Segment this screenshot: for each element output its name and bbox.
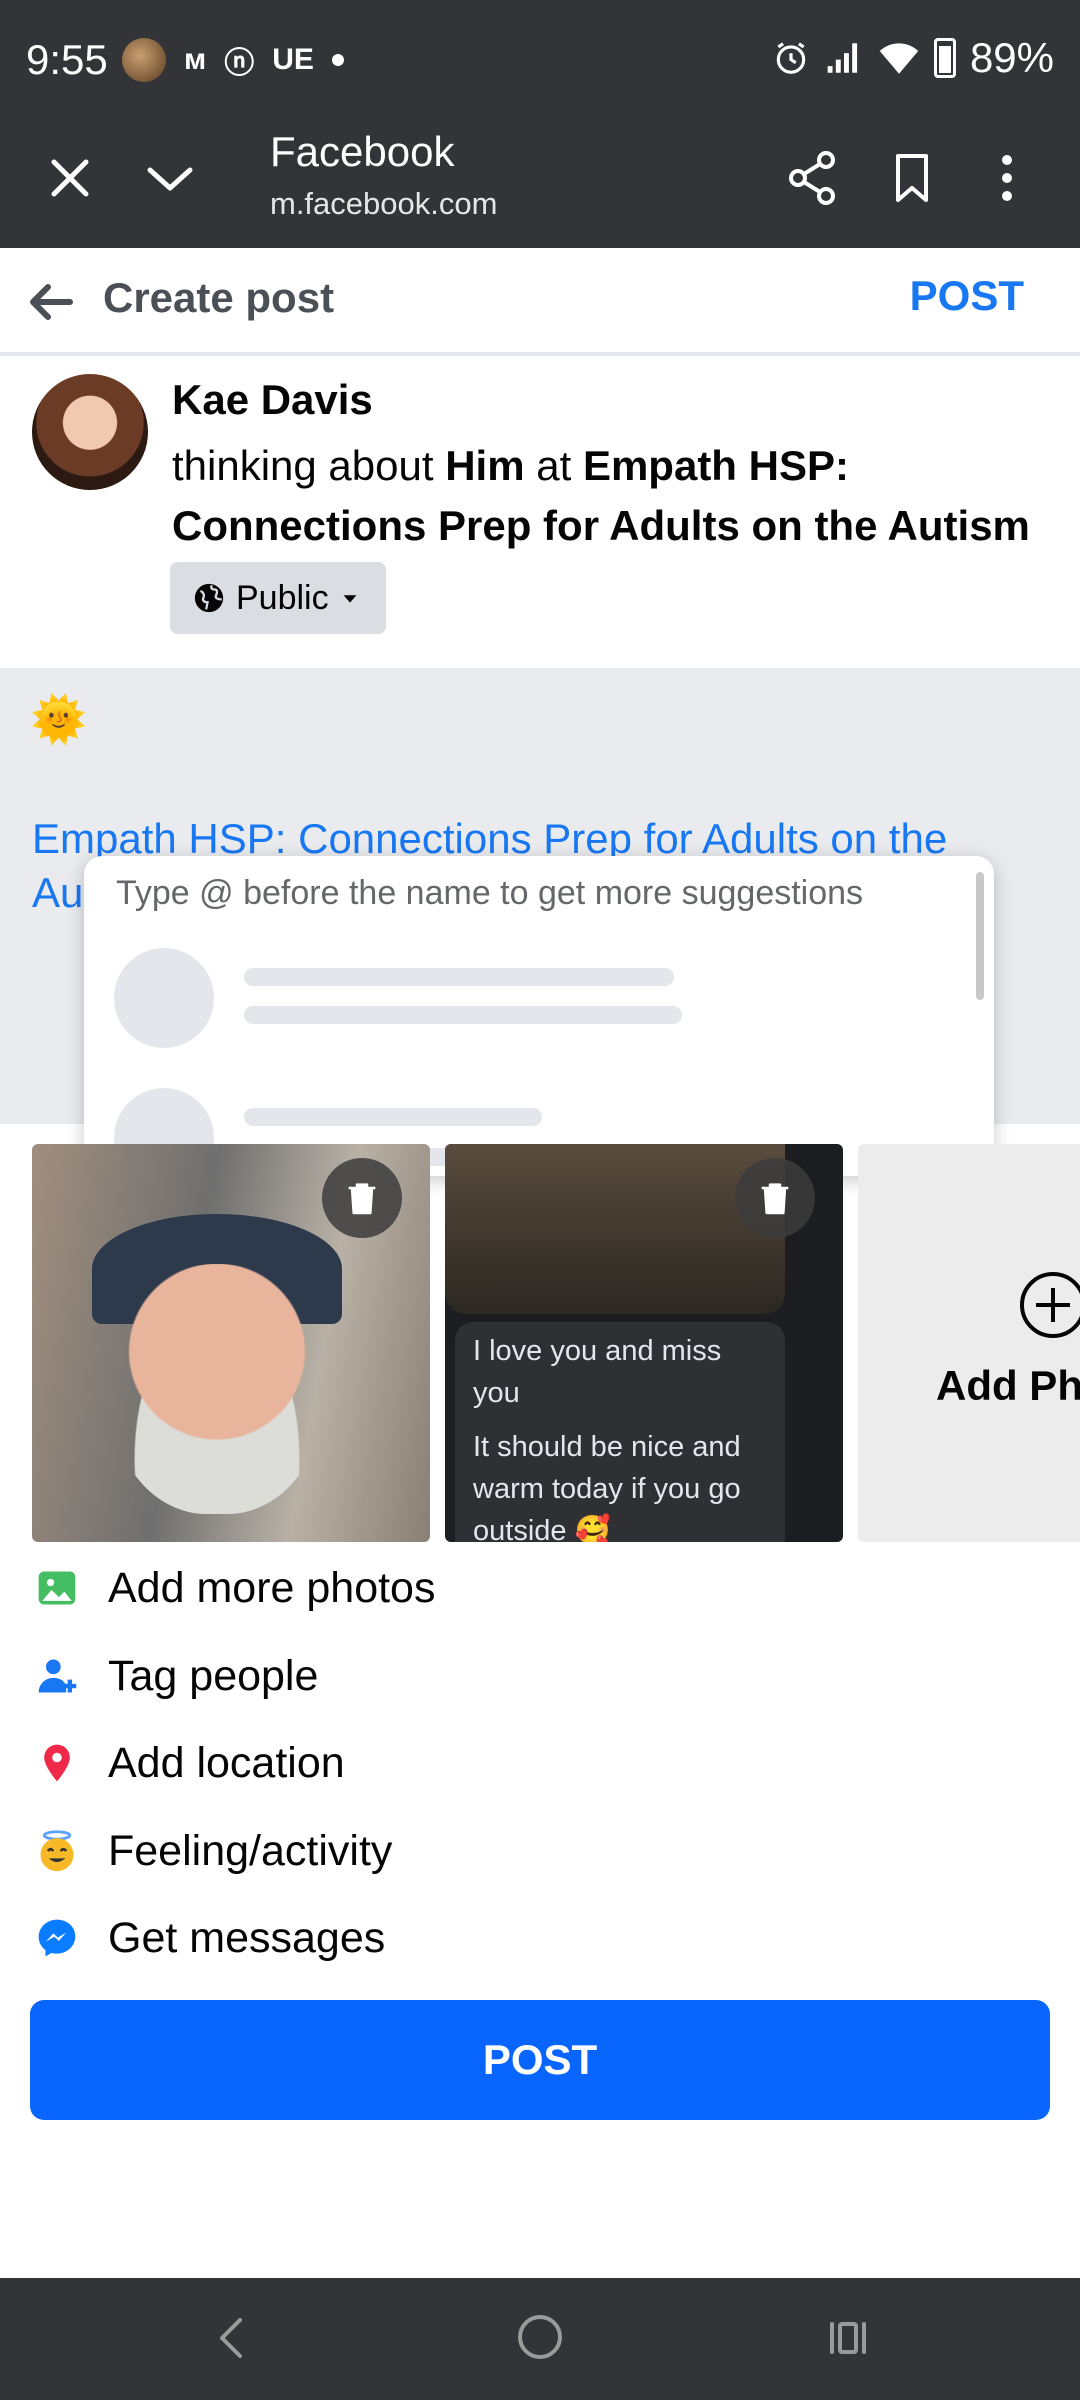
back-arrow-icon[interactable]	[22, 272, 82, 332]
status-mid: at	[524, 442, 583, 489]
battery-percent: 89%	[969, 34, 1054, 81]
author-avatar	[32, 374, 148, 490]
status-time: 9:55	[26, 36, 108, 83]
plus-circle-icon	[1020, 1272, 1080, 1338]
suggestion-avatar-placeholder	[114, 948, 214, 1048]
wifi-icon	[879, 43, 919, 74]
action-label: Feeling/activity	[108, 1826, 393, 1875]
delete-photo-button[interactable]	[735, 1158, 815, 1238]
nav-home-icon[interactable]	[518, 2315, 562, 2359]
delete-photo-button[interactable]	[322, 1158, 402, 1238]
suggestion-line-placeholder	[244, 1006, 682, 1024]
add-photo-label: Add Photo	[936, 1362, 1080, 1409]
create-post-header: Create post POST	[0, 248, 1080, 356]
action-add-more-photos[interactable]: Add more photos	[0, 1548, 1080, 1628]
create-post-title: Create post	[103, 274, 335, 321]
action-label: Add more photos	[108, 1563, 436, 1612]
chat-line: It should be nice and warm today if you …	[473, 1431, 741, 1542]
system-icons: 89%	[772, 34, 1054, 82]
sun-emoji: 🌞	[30, 693, 88, 745]
post-button[interactable]: POST	[30, 2000, 1050, 2120]
add-photo-tile[interactable]: Add Photo	[858, 1144, 1080, 1542]
action-get-messages[interactable]: Get messages	[0, 1898, 1080, 1978]
page-url[interactable]: m.facebook.com	[270, 186, 497, 222]
action-feeling-activity[interactable]: Feeling/activity	[0, 1811, 1080, 1891]
status-prefix: thinking about	[172, 442, 446, 489]
action-add-location[interactable]: Add location	[0, 1723, 1080, 1803]
share-icon[interactable]	[780, 146, 844, 210]
suggestion-line-placeholder	[244, 968, 674, 986]
notification-icons: ᴍ ⓝ UE	[122, 38, 344, 82]
attached-photo-screenshot[interactable]: I love you and miss you 💍 It should be n…	[445, 1144, 843, 1542]
action-tag-people[interactable]: Tag people	[0, 1636, 1080, 1716]
bookmark-icon[interactable]	[880, 146, 944, 210]
action-label: Get messages	[108, 1913, 386, 1962]
more-notifications-dot-icon	[331, 54, 344, 66]
globe-icon	[194, 583, 224, 613]
caret-down-icon	[343, 595, 357, 603]
threads-icon: ⓝ	[224, 47, 255, 80]
alarm-icon	[776, 42, 806, 74]
trash-icon	[761, 1183, 789, 1215]
suggestions-scrollbar[interactable]	[976, 872, 984, 1000]
suggestion-line-placeholder	[244, 1108, 542, 1126]
chevron-down-icon[interactable]	[134, 146, 206, 210]
trash-icon	[348, 1183, 376, 1215]
chat-bubble: It should be nice and warm today if you …	[455, 1418, 785, 1542]
photo-icon	[32, 1563, 82, 1613]
author-name: Kae Davis	[172, 376, 373, 423]
status-bar: 9:55 ᴍ ⓝ UE 89%	[0, 0, 1080, 124]
photo-train-track-shape	[445, 1144, 785, 1314]
close-icon[interactable]	[38, 146, 102, 210]
location-pin-icon	[32, 1738, 82, 1788]
attached-photo-selfie[interactable]	[32, 1144, 430, 1542]
chat-line: I love you and miss you	[473, 1335, 722, 1409]
mention-suggestions-panel: Type @ before the name to get more sugge…	[84, 856, 994, 1176]
messenger-icon	[32, 1913, 82, 1963]
notification-app-icon: ᴍ	[184, 43, 207, 76]
nav-back-icon[interactable]	[210, 2308, 250, 2368]
tag-people-icon	[32, 1651, 82, 1701]
page-title: Facebook	[270, 128, 455, 175]
photo-face-shape	[112, 1264, 322, 1514]
action-label: Add location	[108, 1738, 345, 1787]
privacy-selector-button[interactable]: Public	[170, 562, 386, 634]
privacy-label: Public	[236, 578, 329, 617]
status-person[interactable]: Him	[445, 442, 524, 489]
battery-icon	[933, 38, 956, 78]
header-post-button[interactable]: POST	[910, 272, 1024, 320]
nav-recents-icon[interactable]	[826, 2316, 870, 2360]
suggestions-hint: Type @ before the name to get more sugge…	[116, 874, 864, 912]
action-label: Tag people	[108, 1651, 319, 1700]
more-options-icon[interactable]	[975, 146, 1039, 210]
notification-avatar-icon	[122, 38, 166, 82]
smile-halo-icon	[32, 1826, 82, 1876]
custom-tab-toolbar: Facebook m.facebook.com	[0, 124, 1080, 248]
notification-ue-icon: UE	[272, 43, 314, 76]
signal-icon	[827, 43, 858, 73]
system-navigation-bar	[0, 2278, 1080, 2400]
